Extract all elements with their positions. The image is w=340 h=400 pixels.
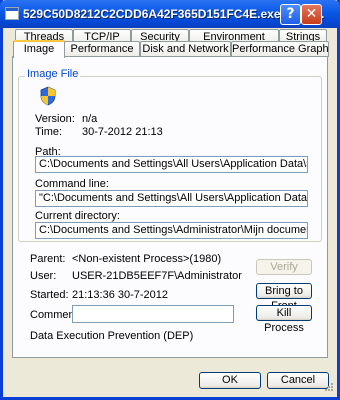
command-line-label: Command line: xyxy=(35,178,109,190)
bring-to-front-button[interactable]: Bring to Front xyxy=(256,283,312,312)
tab-disk-and-network[interactable]: Disk and Network xyxy=(140,41,231,57)
title-bar[interactable]: 529C50D8212C2CDD6A42F365D151FC4E.exe:548… xyxy=(0,0,340,28)
parent-value: <Non-existent Process>(1980) xyxy=(72,253,222,265)
ok-button[interactable]: OK xyxy=(199,372,261,389)
time-label: Time: xyxy=(35,126,63,138)
kill-process-button[interactable]: Kill Process xyxy=(256,305,312,334)
version-value: n/a xyxy=(82,113,98,125)
shield-icon xyxy=(40,86,56,106)
cancel-button[interactable]: Cancel xyxy=(267,372,329,389)
help-icon: ? xyxy=(286,6,295,22)
started-label: Started: xyxy=(30,289,69,301)
current-directory-label: Current directory: xyxy=(35,210,120,222)
current-directory-field[interactable]: C:\Documents and Settings\Administrator\… xyxy=(35,222,308,239)
image-file-group-label: Image File xyxy=(25,68,81,80)
tab-image[interactable]: Image xyxy=(13,40,65,58)
parent-label: Parent: xyxy=(30,253,66,265)
user-label: User: xyxy=(30,270,57,282)
resize-grip-icon[interactable] xyxy=(322,382,334,394)
command-line-field[interactable]: "C:\Documents and Settings\All Users\App… xyxy=(35,190,308,207)
started-value: 21:13:36 30-7-2012 xyxy=(72,289,169,301)
user-value: USER-21DB5EEF7F\Administrator xyxy=(72,270,242,282)
path-field[interactable]: C:\Documents and Settings\All Users\Appl… xyxy=(35,156,308,173)
comment-input[interactable] xyxy=(72,305,234,323)
process-properties-window: 529C50D8212C2CDD6A42F365D151FC4E.exe:548… xyxy=(0,0,340,400)
tab-performance[interactable]: Performance xyxy=(64,41,140,57)
help-button[interactable]: ? xyxy=(280,4,301,25)
dep-label: Data Execution Prevention (DEP) xyxy=(30,330,194,342)
verify-button[interactable]: Verify xyxy=(256,259,312,275)
time-value: 30-7-2012 21:13 xyxy=(82,126,163,138)
close-button[interactable]: ✕ xyxy=(301,4,322,25)
close-icon: ✕ xyxy=(305,6,318,22)
version-label: Version: xyxy=(35,113,75,125)
tab-performance-graph[interactable]: Performance Graph xyxy=(231,41,329,57)
app-icon xyxy=(5,7,19,20)
